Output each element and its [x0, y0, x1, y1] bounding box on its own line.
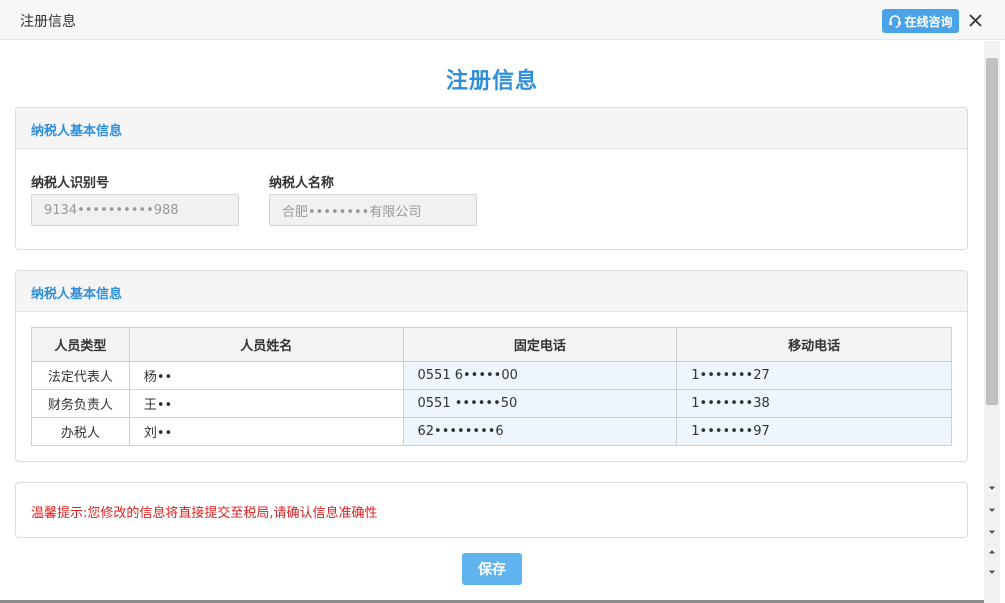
window-title: 注册信息: [20, 14, 76, 30]
warning-notice: 温馨提示:您修改的信息将直接提交至税局,请确认信息准确性: [31, 506, 378, 521]
table-row: 法定代表人 杨•• 0551 6•••••00 1•••••••27: [31, 361, 952, 390]
online-consult-button[interactable]: 在线咨询: [882, 9, 959, 33]
chevron-down-icon[interactable]: [987, 504, 997, 514]
chevron-down-icon[interactable]: [987, 526, 997, 536]
column-header-landline: 固定电话: [402, 327, 678, 362]
page-title: 注册信息: [445, 69, 538, 94]
table-row: 财务负责人 王•• 0551 ••••••50 1•••••••38: [31, 389, 952, 418]
landline-cell[interactable]: 0551 6•••••00: [402, 361, 678, 390]
mobile-cell[interactable]: 1•••••••38: [676, 389, 952, 418]
column-header-name: 人员姓名: [128, 327, 404, 362]
mobile-cell[interactable]: 1•••••••97: [676, 417, 952, 446]
chevron-up-icon[interactable]: [987, 546, 997, 556]
save-button[interactable]: 保存: [462, 553, 522, 585]
title-bar: 注册信息 在线咨询: [0, 0, 1005, 40]
headset-icon: [888, 14, 902, 28]
landline-cell[interactable]: 62••••••••6: [402, 417, 678, 446]
personnel-panel: 纳税人基本信息 人员类型 人员姓名 固定电话 移动电话 法定代表人 杨•• 05…: [15, 270, 968, 462]
notice-panel: 温馨提示:您修改的信息将直接提交至税局,请确认信息准确性: [15, 482, 968, 538]
chevron-down-icon[interactable]: [987, 566, 997, 576]
taxpayer-id-label: 纳税人识别号: [31, 176, 110, 191]
column-header-mobile: 移动电话: [676, 327, 952, 362]
taxpayer-name-field[interactable]: [269, 194, 477, 226]
close-button[interactable]: [966, 9, 986, 31]
table-header-row: 人员类型 人员姓名 固定电话 移动电话: [31, 327, 952, 362]
taxpayer-name-label: 纳税人名称: [269, 176, 335, 191]
column-header-type: 人员类型: [31, 327, 130, 362]
personnel-table: 人员类型 人员姓名 固定电话 移动电话 法定代表人 杨•• 0551 6••••…: [31, 327, 952, 446]
chevron-down-icon[interactable]: [987, 482, 997, 492]
online-consult-label: 在线咨询: [904, 14, 953, 29]
mobile-cell[interactable]: 1•••••••27: [676, 361, 952, 390]
person-type-cell: 财务负责人: [31, 389, 130, 418]
person-name-cell[interactable]: 刘••: [128, 417, 404, 446]
close-icon: [966, 14, 986, 35]
person-name-cell[interactable]: 杨••: [128, 361, 404, 390]
panel-header: 纳税人基本信息: [16, 271, 967, 312]
vertical-scrollbar[interactable]: [984, 41, 1000, 603]
person-name-cell[interactable]: 王••: [128, 389, 404, 418]
scrollbar-thumb[interactable]: [986, 58, 998, 405]
dialog-content: 注册信息 纳税人基本信息 纳税人识别号 纳税人名称 纳税人基本信息 人员类型 人…: [0, 41, 984, 603]
table-row: 办税人 刘•• 62••••••••6 1•••••••97: [31, 417, 952, 446]
panel-header: 纳税人基本信息: [16, 108, 967, 149]
landline-cell[interactable]: 0551 ••••••50: [402, 389, 678, 418]
person-type-cell: 法定代表人: [31, 361, 130, 390]
taxpayer-id-field[interactable]: [31, 194, 239, 226]
person-type-cell: 办税人: [31, 417, 130, 446]
taxpayer-basic-panel: 纳税人基本信息 纳税人识别号 纳税人名称: [15, 107, 968, 250]
